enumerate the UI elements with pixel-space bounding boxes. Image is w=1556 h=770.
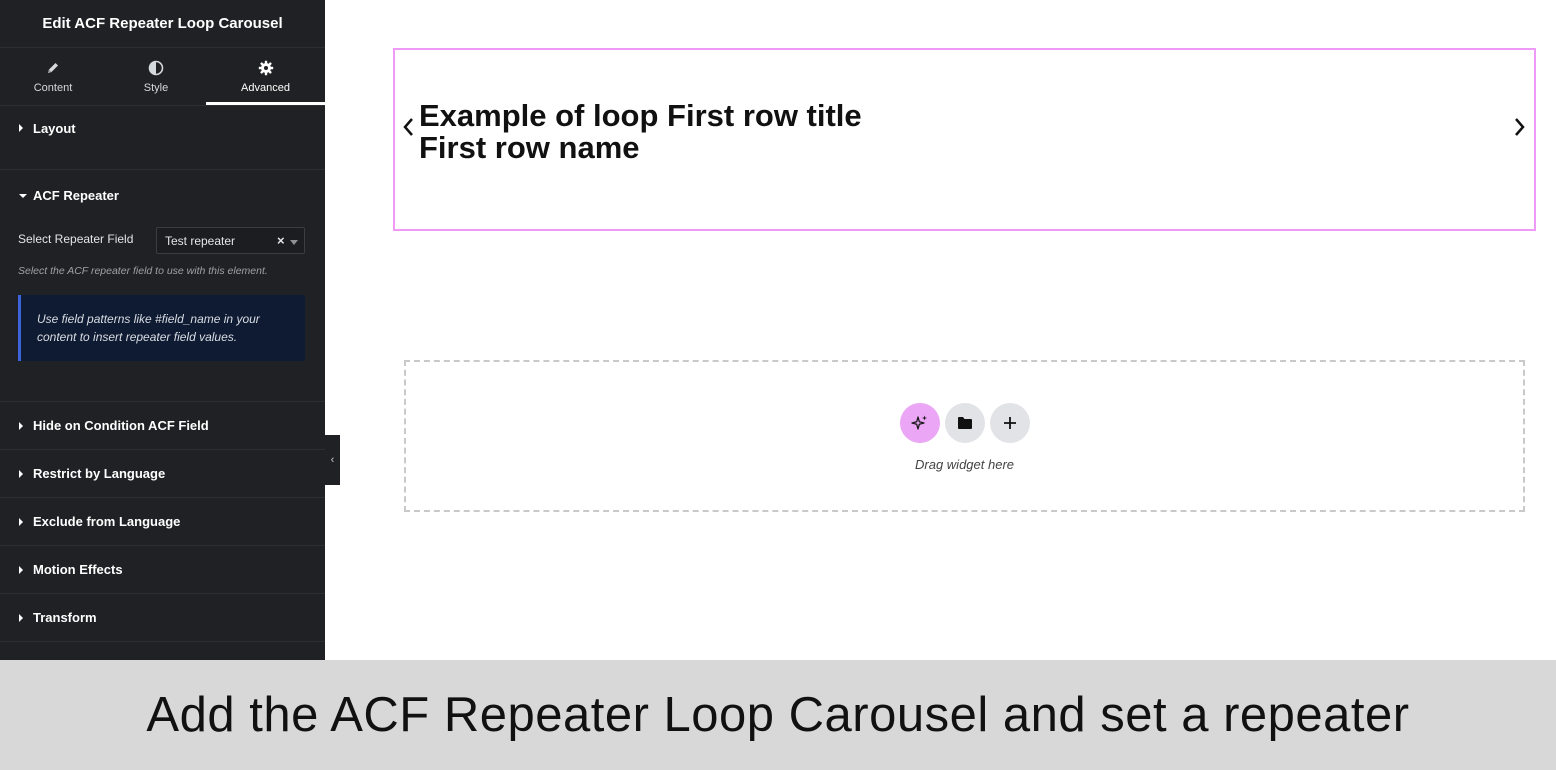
tab-style[interactable]: Style xyxy=(106,48,206,105)
editor-panel: Edit ACF Repeater Loop Carousel Content … xyxy=(0,0,325,660)
section-acf-repeater: ACF Repeater Select Repeater Field Test … xyxy=(0,170,325,402)
chevron-left-icon: ‹ xyxy=(330,454,335,466)
panel-tabs: Content Style Advanced xyxy=(0,48,325,106)
tab-advanced-label: Advanced xyxy=(241,82,290,94)
repeater-field-label: Select Repeater Field xyxy=(18,232,134,246)
active-tab-indicator xyxy=(206,102,325,105)
tab-advanced[interactable]: Advanced xyxy=(206,48,325,105)
clear-selection-icon[interactable]: × xyxy=(277,233,285,248)
caret-right-icon xyxy=(19,469,23,478)
ai-sparkle-icon xyxy=(911,415,927,430)
widget-dropzone[interactable]: Drag widget here xyxy=(404,360,1525,512)
chevron-left-icon xyxy=(403,118,413,136)
caret-right-icon xyxy=(19,517,23,526)
carousel-slide-name: First row name xyxy=(419,130,640,165)
pencil-icon xyxy=(44,59,62,77)
ai-sparkle-button[interactable] xyxy=(900,403,940,443)
repeater-field-help: Select the ACF repeater field to use wit… xyxy=(18,265,268,277)
contrast-icon xyxy=(147,59,165,77)
plus-icon xyxy=(1004,417,1016,429)
caption-text: Add the ACF Repeater Loop Carousel and s… xyxy=(146,688,1410,742)
panel-collapse-button[interactable]: ‹ xyxy=(325,435,340,485)
section-restrict-language[interactable]: Restrict by Language xyxy=(0,450,325,498)
tab-content-label: Content xyxy=(33,82,73,94)
section-restrict-language-label: Restrict by Language xyxy=(33,466,166,481)
section-layout-label: Layout xyxy=(33,121,76,136)
dropzone-label: Drag widget here xyxy=(915,457,1014,472)
section-transform[interactable]: Transform xyxy=(0,594,325,642)
section-acf-repeater-label: ACF Repeater xyxy=(33,188,119,203)
caption-bar: Add the ACF Repeater Loop Carousel and s… xyxy=(0,660,1556,770)
field-pattern-notice-text: Use field patterns like #field_name in y… xyxy=(37,312,260,344)
section-next-partial[interactable] xyxy=(0,642,325,660)
add-section-button[interactable] xyxy=(990,403,1030,443)
acf-repeater-carousel[interactable]: Example of loop First row title First ro… xyxy=(393,48,1536,231)
carousel-slide-content: Example of loop First row title First ro… xyxy=(419,100,862,164)
caret-right-icon xyxy=(19,613,23,622)
tab-content[interactable]: Content xyxy=(0,48,106,105)
carousel-next-arrow[interactable] xyxy=(1512,116,1528,138)
section-hide-condition-label: Hide on Condition ACF Field xyxy=(33,418,209,433)
caret-down-icon xyxy=(19,193,27,198)
gear-icon xyxy=(257,59,275,77)
carousel-slide-title: Example of loop First row title xyxy=(419,98,862,133)
panel-header: Edit ACF Repeater Loop Carousel xyxy=(0,0,325,48)
section-hide-condition[interactable]: Hide on Condition ACF Field xyxy=(0,402,325,450)
repeater-field-select[interactable]: Test repeater × xyxy=(156,227,305,254)
folder-icon xyxy=(958,417,972,429)
chevron-right-icon xyxy=(1515,118,1525,136)
caret-right-icon xyxy=(19,124,23,132)
field-pattern-notice: Use field patterns like #field_name in y… xyxy=(18,295,305,361)
carousel-prev-arrow[interactable] xyxy=(400,116,416,138)
section-exclude-language[interactable]: Exclude from Language xyxy=(0,498,325,546)
section-motion-effects-label: Motion Effects xyxy=(33,562,123,577)
caret-right-icon xyxy=(19,421,23,430)
template-library-button[interactable] xyxy=(945,403,985,443)
section-transform-label: Transform xyxy=(33,610,97,625)
panel-title: Edit ACF Repeater Loop Carousel xyxy=(42,15,283,32)
section-motion-effects[interactable]: Motion Effects xyxy=(0,546,325,594)
repeater-field-value: Test repeater xyxy=(165,234,236,248)
section-acf-repeater-header[interactable]: ACF Repeater xyxy=(19,188,119,203)
chevron-down-icon[interactable] xyxy=(290,240,298,245)
section-exclude-language-label: Exclude from Language xyxy=(33,514,181,529)
caret-right-icon xyxy=(19,565,23,574)
tab-style-label: Style xyxy=(143,82,169,94)
section-layout[interactable]: Layout xyxy=(0,106,325,170)
